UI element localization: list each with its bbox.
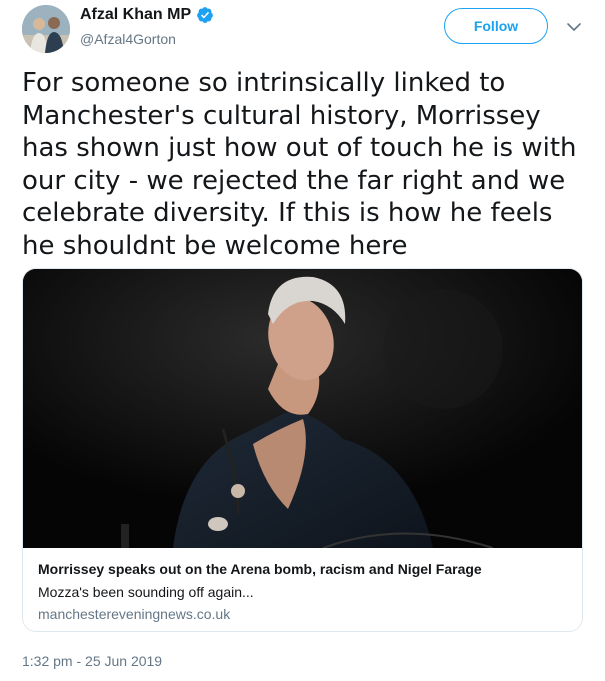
follow-button[interactable]: Follow bbox=[444, 8, 548, 44]
author-handle[interactable]: @Afzal4Gorton bbox=[80, 31, 176, 47]
card-domain[interactable]: manchestereveningnews.co.uk bbox=[38, 606, 230, 622]
card-title[interactable]: Morrissey speaks out on the Arena bomb, … bbox=[38, 561, 568, 577]
link-card[interactable]: Morrissey speaks out on the Arena bomb, … bbox=[22, 268, 583, 632]
chevron-down-icon[interactable] bbox=[565, 18, 583, 36]
tweet-timestamp[interactable]: 1:32 pm - 25 Jun 2019 bbox=[22, 653, 162, 669]
author-name-row[interactable]: Afzal Khan MP bbox=[80, 6, 214, 24]
card-description: Mozza's been sounding off again... bbox=[38, 584, 254, 600]
avatar-photo-icon bbox=[22, 5, 70, 53]
tweet-text: For someone so intrinsically linked to M… bbox=[22, 68, 577, 261]
profile-avatar[interactable] bbox=[22, 5, 70, 53]
author-display-name[interactable]: Afzal Khan MP bbox=[80, 6, 191, 24]
verified-badge-icon bbox=[197, 7, 213, 23]
card-image[interactable] bbox=[23, 269, 582, 548]
